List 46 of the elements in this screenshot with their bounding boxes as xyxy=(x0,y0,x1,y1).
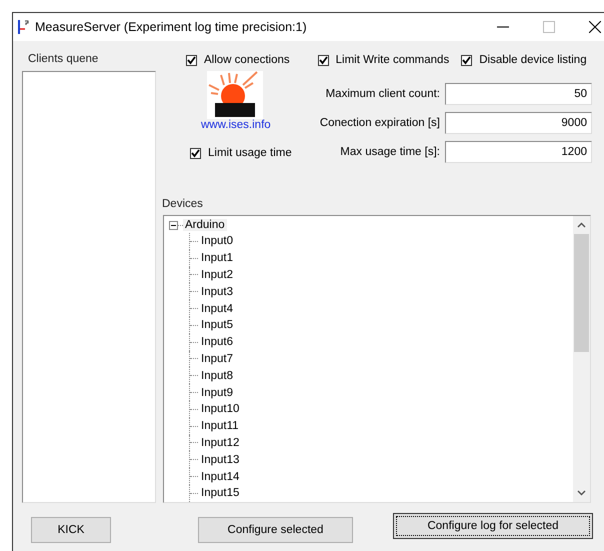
tree-item[interactable]: Input8 xyxy=(201,370,233,382)
checkmark-icon xyxy=(318,56,328,64)
clients-label: Clients quene xyxy=(27,53,100,67)
scroll-down-icon[interactable] xyxy=(577,490,586,496)
tree-item[interactable]: Input1 xyxy=(201,252,233,264)
scroll-thumb[interactable] xyxy=(574,234,589,352)
tree-item[interactable]: Input15 xyxy=(201,487,240,500)
tree-item[interactable]: Input2 xyxy=(201,268,233,281)
option-checkbox[interactable]: Allow conections xyxy=(186,53,290,67)
checkmark-icon xyxy=(191,148,200,158)
checkmark-icon xyxy=(187,56,196,64)
action-button[interactable]: Configure selected xyxy=(198,517,353,543)
app-icon xyxy=(17,19,29,35)
tree-item[interactable]: Input0 xyxy=(201,235,233,248)
devices-label: Devices xyxy=(162,198,204,212)
limit-usage-checkbox[interactable]: Limit usage time xyxy=(190,147,292,159)
sun-logo xyxy=(207,71,263,119)
tree-item[interactable]: Input7 xyxy=(201,352,233,365)
input-field[interactable]: 50 xyxy=(445,83,592,105)
field-label: Conection expiration [s] xyxy=(320,117,440,129)
tree-item[interactable]: Input9 xyxy=(201,386,233,399)
tree-item[interactable]: Arduino xyxy=(183,219,227,231)
option-checkbox[interactable]: Disable device listing xyxy=(461,53,587,67)
tree-item[interactable]: Input6 xyxy=(201,336,233,348)
window-title: MeasureServer (Experiment log time precision:1) xyxy=(35,20,307,34)
action-button[interactable]: KICK xyxy=(31,517,111,543)
website-link[interactable]: www.ises.info xyxy=(201,119,271,131)
option-checkbox[interactable]: Limit Write commands xyxy=(318,53,450,67)
tree-item[interactable]: Input4 xyxy=(201,302,233,315)
collapse-icon[interactable] xyxy=(169,220,178,230)
action-button[interactable]: Configure log for selected xyxy=(393,513,593,539)
tree-item[interactable]: Input11 xyxy=(201,420,239,432)
tree-item[interactable]: Input12 xyxy=(201,436,240,449)
tree-item[interactable]: Input14 xyxy=(201,470,240,483)
field-label: Maximum client count: xyxy=(326,88,440,100)
tree-item[interactable]: Input10 xyxy=(201,403,240,416)
tree-item[interactable]: Input3 xyxy=(201,286,233,298)
input-field[interactable]: 1200 xyxy=(445,141,592,163)
checkmark-icon xyxy=(462,56,472,64)
close-icon[interactable] xyxy=(589,21,601,33)
field-label: Max usage time [s]: xyxy=(340,146,440,158)
tree-item[interactable]: Input5 xyxy=(201,319,233,332)
tree-item[interactable]: Input13 xyxy=(201,454,240,466)
devices-tree[interactable]: Arduino Input0 Input1 Input2 Input3 Input4 Input5 Input6 Input7 Input8 Input9 Input10 Input11 Input12 Input13 Input14 Input15 xyxy=(163,215,591,503)
input-field[interactable]: 9000 xyxy=(445,112,592,134)
scroll-up-icon[interactable] xyxy=(577,222,586,228)
